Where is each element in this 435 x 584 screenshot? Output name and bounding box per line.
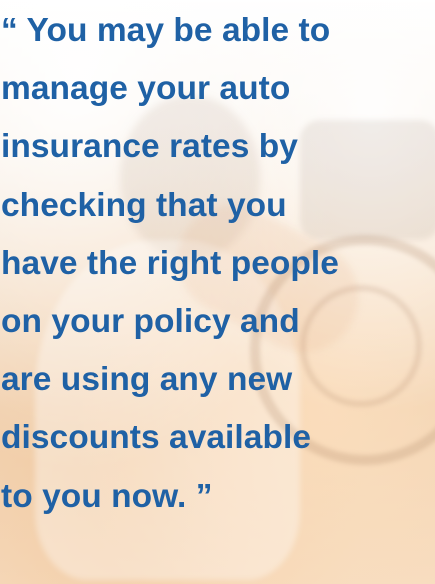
quote-line-6: on your policy and <box>1 302 300 340</box>
quote-card: “ You may be able to manage your auto in… <box>0 0 435 584</box>
quote-line-3: insurance rates by <box>1 128 298 166</box>
quote-line-9: to you now. ” <box>1 477 213 515</box>
quote-line-5: have the right people <box>1 244 339 282</box>
quote-line-4: checking that you <box>1 186 287 224</box>
quote-text: “ You may be able to manage your auto in… <box>0 0 435 536</box>
quote-line-1: “ You may be able to <box>1 12 331 49</box>
quote-line-2: manage your auto <box>1 70 291 108</box>
quote-line-7: are using any new <box>1 361 293 399</box>
quote-line-8: discounts available <box>1 419 312 457</box>
